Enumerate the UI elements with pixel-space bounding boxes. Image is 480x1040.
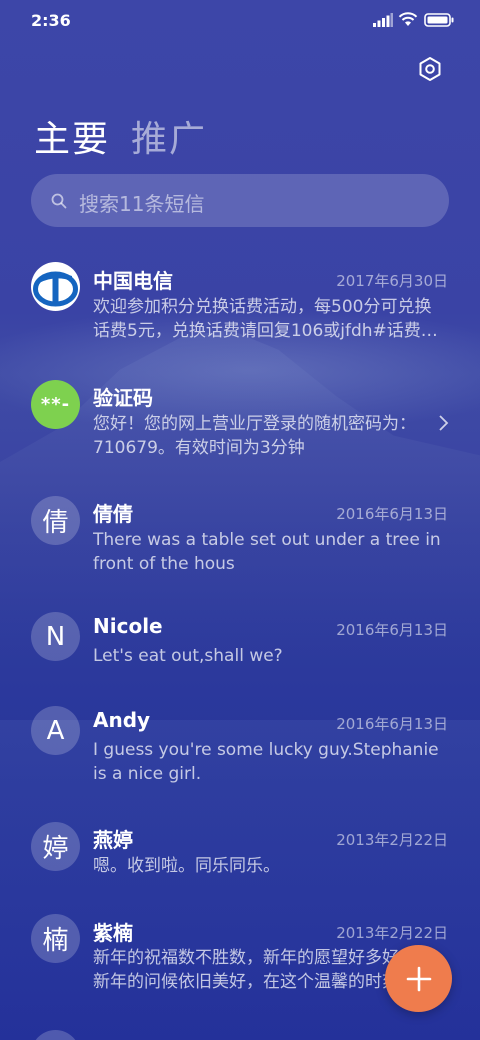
search-icon <box>51 193 67 209</box>
message-date: 2017年6月30日 <box>336 272 448 290</box>
contact-avatar: 婷 <box>31 822 80 871</box>
message-date: 2016年6月13日 <box>336 715 448 733</box>
message-preview: There was a table set out under a tree i… <box>93 530 441 574</box>
search-bar[interactable]: 搜索11条短信 <box>31 174 449 227</box>
sender-name: 紫楠 <box>93 921 133 945</box>
verification-code-avatar: **- <box>31 380 80 429</box>
sender-name: 燕婷 <box>93 828 133 852</box>
contact-avatar: 楠 <box>31 914 80 963</box>
search-placeholder: 搜索11条短信 <box>79 192 205 216</box>
conversation-row[interactable]: A Andy 2016年6月13日 I guess you're some lu… <box>0 696 480 806</box>
contact-avatar <box>31 1030 80 1040</box>
message-date: 2016年6月13日 <box>336 505 448 523</box>
conversation-row[interactable]: 中国电信 2017年6月30日 欢迎参加积分兑换话费活动，每500分可兑换话费5… <box>0 250 480 360</box>
conversation-row[interactable]: 倩 倩倩 2016年6月13日 There was a table set ou… <box>0 486 480 596</box>
sender-name: 中国电信 <box>93 269 173 293</box>
contact-avatar: 倩 <box>31 496 80 545</box>
tab-promotions[interactable]: 推广 <box>131 110 207 162</box>
conversation-row[interactable] <box>0 1020 480 1040</box>
sender-name: 验证码 <box>93 386 153 410</box>
cellular-signal-icon <box>373 13 393 27</box>
status-bar: 2:36 <box>0 0 480 40</box>
sender-name: 倩倩 <box>93 502 133 526</box>
tab-primary[interactable]: 主要 <box>34 110 110 162</box>
message-preview: 您好！您的网上营业厅登录的随机密码为：710679。有效时间为3分钟 <box>93 414 416 458</box>
chevron-right-icon[interactable] <box>437 414 449 432</box>
new-message-button[interactable] <box>385 945 452 1012</box>
message-date: 2013年2月22日 <box>336 924 448 942</box>
battery-icon <box>424 13 454 27</box>
china-telecom-logo-icon <box>31 262 80 311</box>
plus-icon <box>406 966 431 991</box>
sender-name: Andy <box>93 708 151 732</box>
message-preview: Let's eat out,shall we? <box>93 646 283 666</box>
message-preview: 嗯。收到啦。同乐同乐。 <box>93 856 280 876</box>
conversation-row[interactable]: **- 验证码 您好！您的网上营业厅登录的随机密码为：710679。有效时间为3… <box>0 370 480 480</box>
china-telecom-logo-avatar <box>31 262 80 311</box>
message-preview: 欢迎参加积分兑换话费活动，每500分可兑换话费5元，兑换话费请回复106或jfd… <box>93 297 438 341</box>
message-date: 2016年6月13日 <box>336 621 448 639</box>
contact-avatar: N <box>31 612 80 661</box>
message-date: 2013年2月22日 <box>336 831 448 849</box>
settings-gear-icon[interactable] <box>417 56 443 82</box>
message-preview: I guess you're some lucky guy.Stephanie … <box>93 740 439 784</box>
contact-avatar: A <box>31 706 80 755</box>
status-time: 2:36 <box>31 11 71 30</box>
sender-name: Nicole <box>93 614 163 638</box>
wifi-icon <box>398 12 418 26</box>
